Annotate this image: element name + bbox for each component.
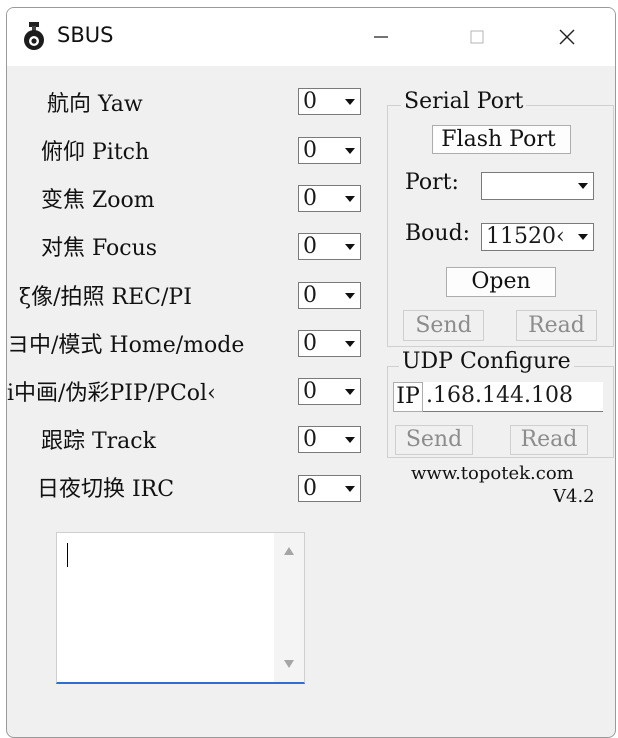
camera-gimbal-icon (24, 22, 44, 50)
serial-send-button[interactable]: Send (403, 310, 484, 341)
chevron-down-icon (578, 234, 588, 240)
home-mode-value: 0 (303, 331, 317, 356)
zoom-select[interactable]: 0 (298, 185, 361, 212)
track-value: 0 (303, 427, 317, 452)
home-mode-select[interactable]: 0 (298, 330, 361, 357)
pip-pcolor-label: i中画/伪彩PIP/PCol‹ (7, 381, 216, 406)
record-photo-value: 0 (303, 283, 317, 308)
text-caret (67, 543, 68, 567)
udp-send-button[interactable]: Send (395, 425, 473, 455)
client-area: 航向 Yaw 0 俯仰 Pitch 0 变焦 Zoom 0 对焦 Focus 0… (7, 66, 615, 737)
udp-configure-title: UDP Configure (399, 349, 574, 374)
chevron-down-icon (345, 389, 355, 395)
irc-value: 0 (303, 476, 317, 501)
zoom-label: 变焦 Zoom (41, 188, 155, 213)
pip-pcolor-value: 0 (303, 379, 317, 404)
minimize-button[interactable] (351, 8, 411, 66)
log-textarea[interactable] (56, 532, 305, 684)
chevron-down-icon (345, 293, 355, 299)
flash-port-button[interactable]: Flash Port (432, 125, 571, 154)
yaw-label: 航向 Yaw (47, 92, 143, 117)
pitch-value: 0 (303, 138, 317, 163)
close-icon (559, 29, 575, 45)
focus-select[interactable]: 0 (298, 233, 361, 260)
ip-address-input[interactable]: .168.144.108 (423, 382, 603, 412)
pip-pcolor-select[interactable]: 0 (298, 378, 361, 405)
ip-button[interactable]: IP (393, 382, 423, 412)
chevron-down-icon (345, 244, 355, 250)
serial-read-button[interactable]: Read (516, 310, 597, 341)
track-select[interactable]: 0 (298, 426, 361, 453)
website-text: www.topotek.com (411, 463, 574, 484)
open-button[interactable]: Open (446, 267, 556, 297)
chevron-down-icon (345, 196, 355, 202)
irc-select[interactable]: 0 (298, 475, 361, 502)
focus-value: 0 (303, 234, 317, 259)
port-select[interactable] (481, 172, 594, 200)
irc-label: 日夜切换 IRC (37, 477, 175, 502)
chevron-down-icon (345, 341, 355, 347)
pitch-label: 俯仰 Pitch (41, 140, 150, 165)
pitch-select[interactable]: 0 (298, 137, 361, 164)
sbus-window: SBUS 航向 Yaw 0 俯仰 Pitch 0 变焦 Zoom 0 对焦 Fo… (6, 7, 616, 738)
record-photo-select[interactable]: 0 (298, 282, 361, 309)
track-label: 跟踪 Track (41, 429, 156, 454)
port-label: Port: (405, 170, 459, 195)
baud-label: Boud: (405, 221, 471, 246)
yaw-value: 0 (303, 89, 317, 114)
udp-read-button[interactable]: Read (510, 425, 588, 455)
chevron-down-icon (345, 99, 355, 105)
zoom-value: 0 (303, 186, 317, 211)
scroll-up-arrow-icon[interactable] (284, 547, 294, 555)
serial-port-title: Serial Port (401, 89, 527, 114)
record-photo-label: ξ像/拍照 REC/PI (19, 285, 192, 310)
chevron-down-icon (345, 148, 355, 154)
version-text: V4.2 (553, 486, 595, 507)
chevron-down-icon (345, 486, 355, 492)
vertical-scrollbar[interactable] (274, 533, 304, 682)
minimize-icon (374, 36, 388, 38)
chevron-down-icon (345, 437, 355, 443)
yaw-select[interactable]: 0 (298, 88, 361, 115)
close-button[interactable] (537, 8, 597, 66)
maximize-button[interactable] (447, 8, 507, 66)
title-bar[interactable]: SBUS (7, 8, 615, 66)
baud-select[interactable]: 11520‹ (481, 223, 594, 251)
baud-value: 11520‹ (486, 224, 565, 249)
chevron-down-icon (578, 183, 588, 189)
window-title: SBUS (57, 23, 114, 47)
maximize-icon (470, 30, 484, 44)
scroll-down-arrow-icon[interactable] (284, 660, 294, 668)
focus-label: 对焦 Focus (41, 236, 158, 261)
home-mode-label: ヨ中/模式 Home/mode (7, 333, 245, 358)
